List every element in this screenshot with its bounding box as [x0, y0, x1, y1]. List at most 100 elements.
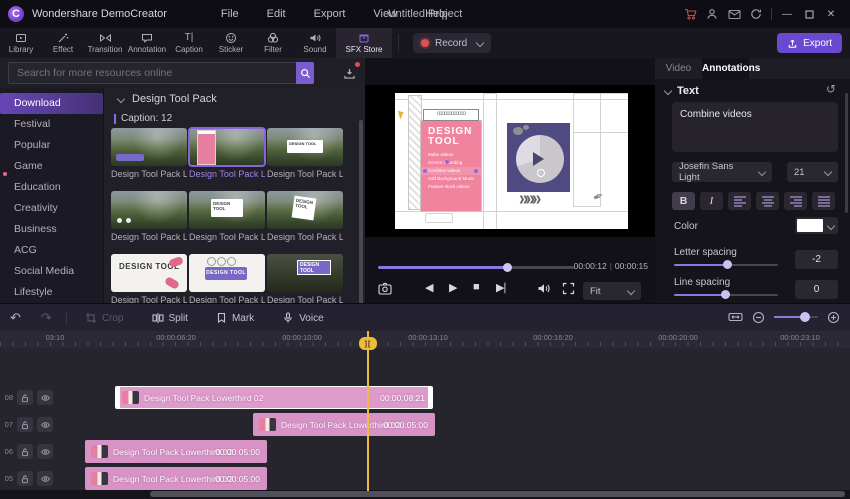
asset-cell[interactable]: DESIGN TOOL Design Tool Pack Lowert...: [267, 191, 343, 242]
fit-timeline-icon[interactable]: [728, 311, 743, 323]
color-swatch[interactable]: [797, 219, 823, 232]
rotate-handle[interactable]: [445, 160, 449, 164]
progress-handle[interactable]: [503, 263, 513, 272]
zoom-out-button[interactable]: [752, 311, 765, 324]
sync-icon[interactable]: [745, 5, 767, 23]
category-business[interactable]: Business: [0, 219, 103, 240]
category-download[interactable]: Download: [0, 93, 103, 114]
asset-thumbnail[interactable]: DESIGN TOOL: [267, 191, 343, 229]
fullscreen-button[interactable]: [562, 282, 575, 295]
eye-icon[interactable]: [37, 390, 53, 405]
tab-effect[interactable]: Effect: [42, 28, 84, 58]
export-button[interactable]: Export: [777, 33, 842, 53]
timeline-clip-selected[interactable]: Design Tool Pack Lowerthird 02 00:00:08:…: [115, 386, 433, 409]
snapshot-button[interactable]: [378, 282, 392, 295]
font-size-dropdown[interactable]: 21: [787, 162, 838, 182]
download-manager-button[interactable]: [336, 62, 362, 84]
timeline-clip[interactable]: Design Tool Pack Lowerthird 02 00:00:05:…: [253, 413, 435, 436]
search-input[interactable]: [9, 67, 296, 79]
cart-icon[interactable]: [679, 5, 701, 23]
italic-button[interactable]: I: [700, 192, 723, 210]
voice-button[interactable]: Voice: [268, 312, 337, 324]
library-scrollbar[interactable]: [359, 120, 363, 303]
menu-file[interactable]: File: [207, 8, 253, 20]
slider-handle[interactable]: [722, 260, 732, 269]
tab-sticker[interactable]: Sticker: [210, 28, 252, 58]
tab-video[interactable]: Video: [655, 58, 702, 79]
align-right-button[interactable]: [784, 192, 807, 210]
split-button[interactable]: Split: [138, 312, 202, 324]
asset-cell[interactable]: DESIGN TOOL Design Tool Pack Lowert...: [189, 191, 265, 242]
category-game[interactable]: Game: [0, 156, 103, 177]
timeline-ruler[interactable]: 03:10 00:00:06:20 00:00:10:00 00:00:13:1…: [0, 331, 850, 348]
playhead-line[interactable]: [367, 331, 369, 491]
category-social-media[interactable]: Social Media: [0, 261, 103, 282]
color-picker[interactable]: [795, 217, 838, 234]
letter-spacing-value[interactable]: -2: [795, 250, 838, 269]
asset-thumbnail[interactable]: [111, 128, 187, 166]
tab-annotations[interactable]: Annotations: [702, 58, 760, 79]
close-button[interactable]: ✕: [820, 5, 842, 23]
eye-icon[interactable]: [37, 417, 53, 432]
reset-icon[interactable]: ↺: [826, 82, 836, 96]
lock-icon[interactable]: [17, 390, 33, 405]
account-icon[interactable]: [701, 5, 723, 23]
next-frame-button[interactable]: ▶▏: [496, 281, 511, 294]
selection-handle[interactable]: [423, 169, 427, 173]
justify-button[interactable]: [812, 192, 835, 210]
timeline-clip[interactable]: Design Tool Pack Lowerthird 02 00:00:05:…: [85, 440, 267, 463]
asset-cell[interactable]: Design Tool Pack Lowert...: [111, 191, 187, 242]
align-left-button[interactable]: [728, 192, 751, 210]
playback-progress-bar[interactable]: [378, 263, 574, 272]
eye-icon[interactable]: [37, 471, 53, 486]
line-spacing-value[interactable]: 0: [795, 280, 838, 299]
asset-thumbnail[interactable]: DESIGN TOOL: [189, 254, 265, 292]
asset-thumbnail[interactable]: DESIGN TOOL: [267, 128, 343, 166]
previous-frame-button[interactable]: ◀: [425, 281, 433, 294]
stop-button[interactable]: ■: [473, 281, 480, 293]
tab-library[interactable]: Library: [0, 28, 42, 58]
lock-icon[interactable]: [17, 471, 33, 486]
tab-sfx-store[interactable]: SFX Store: [336, 28, 392, 58]
tab-caption[interactable]: T| Caption: [168, 28, 210, 58]
asset-thumbnail[interactable]: [188, 127, 266, 167]
maximize-button[interactable]: [798, 5, 820, 23]
category-festival[interactable]: Festival: [0, 114, 103, 135]
asset-thumbnail[interactable]: DESIGN TOOL: [189, 191, 265, 229]
tab-sound[interactable]: Sound: [294, 28, 336, 58]
slider-handle[interactable]: [720, 290, 730, 299]
asset-thumbnail[interactable]: DESIGN TOOL: [267, 254, 343, 292]
bold-button[interactable]: B: [672, 192, 695, 210]
hscrollbar-thumb[interactable]: [150, 491, 845, 497]
mark-button[interactable]: Mark: [202, 312, 268, 324]
menu-export[interactable]: Export: [300, 8, 360, 20]
category-education[interactable]: Education: [0, 177, 103, 198]
asset-cell[interactable]: Design Tool Pack Lowert...: [111, 128, 187, 179]
asset-thumbnail[interactable]: DESIGN TOOL: [111, 254, 187, 292]
minimize-button[interactable]: —: [776, 5, 798, 23]
align-center-button[interactable]: [756, 192, 779, 210]
redo-button[interactable]: ↷: [31, 310, 62, 326]
play-button[interactable]: ▶: [449, 281, 457, 294]
search-button[interactable]: [296, 62, 314, 84]
record-button[interactable]: Record: [413, 33, 492, 53]
asset-thumbnail[interactable]: [111, 191, 187, 229]
category-acg[interactable]: ACG: [0, 240, 103, 261]
menu-edit[interactable]: Edit: [253, 8, 300, 20]
volume-button[interactable]: [537, 282, 551, 295]
letter-spacing-slider[interactable]: [674, 260, 778, 269]
timeline-hscrollbar[interactable]: [0, 490, 850, 499]
pack-group-header[interactable]: Design Tool Pack: [116, 93, 217, 105]
slider-handle[interactable]: [800, 312, 811, 322]
timeline-clip[interactable]: Design Tool Pack Lowerthird 02 00:00:05:…: [85, 467, 267, 490]
category-popular[interactable]: Popular: [0, 135, 103, 156]
zoom-mode-dropdown[interactable]: Fit: [583, 282, 641, 300]
selected-text-element[interactable]: Combine videos: [421, 160, 481, 175]
caption-text-input[interactable]: Combine videos: [672, 102, 838, 152]
zoom-in-button[interactable]: [827, 311, 840, 324]
text-section-header[interactable]: Text: [663, 85, 699, 97]
asset-cell[interactable]: DESIGN TOOL Design Tool Pack Lowert...: [267, 128, 343, 179]
inspector-scrollbar[interactable]: [845, 93, 848, 213]
lock-icon[interactable]: [17, 417, 33, 432]
lock-icon[interactable]: [17, 444, 33, 459]
